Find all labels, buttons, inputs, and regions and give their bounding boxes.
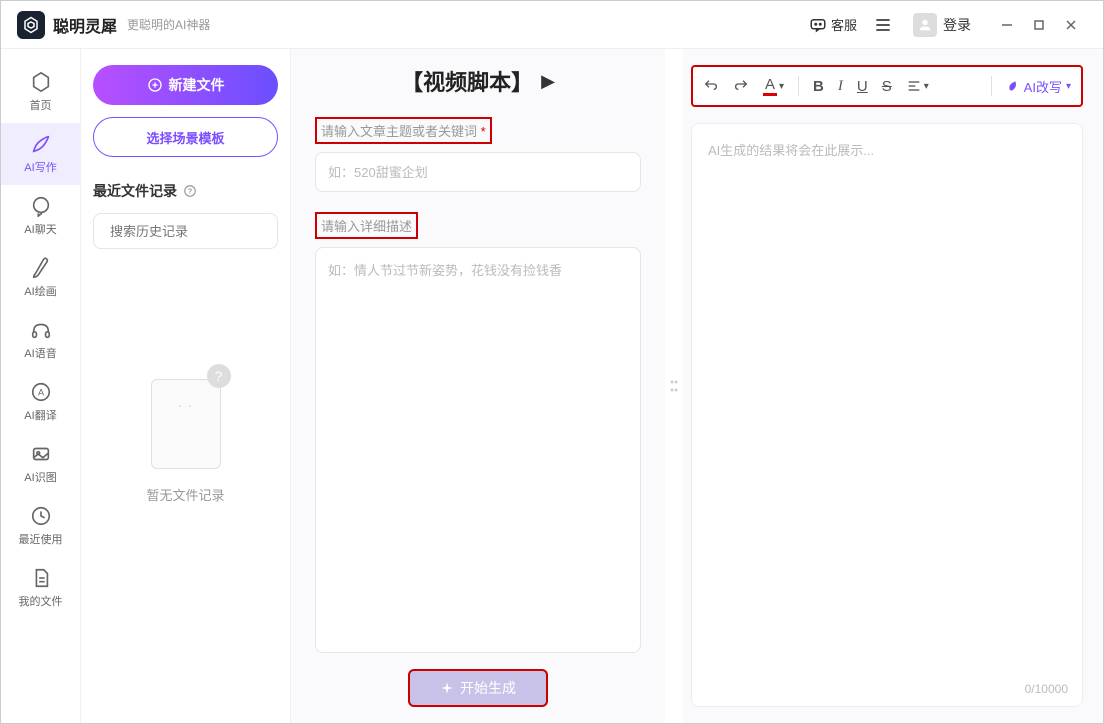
play-icon[interactable]: ▶ [541,71,555,92]
undo-icon [703,78,719,94]
chat-icon [30,195,52,217]
support-label: 客服 [831,15,857,34]
page-title: 【视频脚本】 [401,65,533,97]
app-subtitle: 更聪明的AI神器 [127,16,210,33]
support-button[interactable]: 客服 [809,15,857,34]
search-input[interactable] [110,224,286,239]
sidebar-item-files[interactable]: 我的文件 [1,557,80,619]
help-icon[interactable]: ? [183,184,197,198]
generate-button[interactable]: 开始生成 [408,669,548,707]
image-icon [30,443,52,465]
text-color-label: A [763,76,777,96]
empty-state: ˙ ˙ ? 暂无文件记录 [93,369,278,504]
generate-label: 开始生成 [460,678,516,698]
sidebar: 首页 AI写作 AI聊天 AI绘画 AI语音 A AI翻译 AI识图 最近使用 [1,49,81,723]
undo-button[interactable] [703,78,719,94]
align-button[interactable]: ▾ [906,78,929,94]
sidebar-item-label: AI识图 [24,469,56,485]
brush-icon [30,257,52,279]
search-box[interactable] [93,213,278,249]
clock-icon [30,505,52,527]
sidebar-item-recent[interactable]: 最近使用 [1,495,80,557]
maximize-icon [1032,18,1046,32]
chat-icon [809,16,827,34]
sidebar-item-home[interactable]: 首页 [1,61,80,123]
text-color-button[interactable]: A▾ [763,76,784,96]
redo-button[interactable] [733,78,749,94]
avatar-icon [913,13,937,37]
output-panel: A▾ B I U S ▾ AI改写▾ AI生成的结果将会在此展示... 0/10… [683,49,1103,723]
sidebar-item-chat[interactable]: AI聊天 [1,185,80,247]
output-placeholder: AI生成的结果将会在此展示... [708,140,1066,159]
description-textarea[interactable] [315,247,641,653]
italic-button[interactable]: I [838,78,843,95]
sidebar-item-label: AI语音 [24,345,56,361]
recent-files-title: 最近文件记录 [93,181,177,201]
sidebar-item-label: AI写作 [24,159,56,175]
menu-button[interactable] [873,15,897,35]
toolbar-divider [991,76,992,96]
app-logo [17,11,45,39]
plus-icon [147,77,163,93]
leaf-icon [1006,79,1020,93]
sidebar-item-writing[interactable]: AI写作 [1,123,80,185]
sidebar-item-label: AI翻译 [24,407,56,423]
sidebar-item-label: 首页 [30,97,52,113]
topic-input[interactable] [315,152,641,192]
sidebar-item-label: AI绘画 [24,283,56,299]
titlebar: 聪明灵犀 更聪明的AI神器 客服 登录 [1,1,1103,49]
empty-illustration: ˙ ˙ ? [146,369,226,469]
topic-label-text: 请输入文章主题或者关键词 [321,124,477,139]
file-icon [30,567,52,589]
pen-icon [30,133,52,155]
sidebar-item-paint[interactable]: AI绘画 [1,247,80,309]
file-panel: 新建文件 选择场景模板 最近文件记录 ? ˙ ˙ ? 暂无文件记录 [81,49,291,723]
close-icon [1064,18,1078,32]
hamburger-icon [873,15,893,35]
topic-label: 请输入文章主题或者关键词 * [315,117,492,144]
align-icon [906,78,922,94]
login-button[interactable]: 登录 [913,13,971,37]
sparkle-icon [440,681,454,695]
ai-rewrite-button[interactable]: AI改写▾ [1006,77,1071,96]
empty-text: 暂无文件记录 [146,485,224,504]
sidebar-item-translate[interactable]: A AI翻译 [1,371,80,433]
home-icon [30,71,52,93]
close-button[interactable] [1055,9,1087,41]
headphones-icon [30,319,52,341]
grip-icon [669,376,679,396]
char-count: 0/10000 [1025,682,1068,696]
template-label: 选择场景模板 [146,131,224,146]
toolbar-divider [798,76,799,96]
sidebar-item-image[interactable]: AI识图 [1,433,80,495]
maximize-button[interactable] [1023,9,1055,41]
underline-button[interactable]: U [857,78,868,95]
new-file-label: 新建文件 [169,75,225,95]
redo-icon [733,78,749,94]
center-panel: 【视频脚本】 ▶ 请输入文章主题或者关键词 * 请输入详细描述 开始生成 [291,49,665,723]
template-button[interactable]: 选择场景模板 [93,117,278,157]
minimize-icon [1000,18,1014,32]
output-area[interactable]: AI生成的结果将会在此展示... 0/10000 [691,123,1083,707]
svg-text:?: ? [188,188,192,195]
desc-label: 请输入详细描述 [315,212,418,239]
app-title: 聪明灵犀 [53,13,117,37]
bold-button[interactable]: B [813,78,824,95]
translate-icon: A [30,381,52,403]
sidebar-item-label: 最近使用 [19,531,63,547]
strikethrough-button[interactable]: S [882,78,892,95]
sidebar-item-voice[interactable]: AI语音 [1,309,80,371]
minimize-button[interactable] [991,9,1023,41]
sidebar-item-label: AI聊天 [24,221,56,237]
svg-text:A: A [37,388,44,398]
ai-rewrite-label: AI改写 [1024,77,1062,96]
new-file-button[interactable]: 新建文件 [93,65,278,105]
sidebar-item-label: 我的文件 [19,593,63,609]
resize-handle[interactable] [665,49,683,723]
recent-files-header: 最近文件记录 ? [93,181,278,201]
login-label: 登录 [943,15,971,35]
page-title-row: 【视频脚本】 ▶ [315,65,641,97]
editor-toolbar: A▾ B I U S ▾ AI改写▾ [691,65,1083,107]
